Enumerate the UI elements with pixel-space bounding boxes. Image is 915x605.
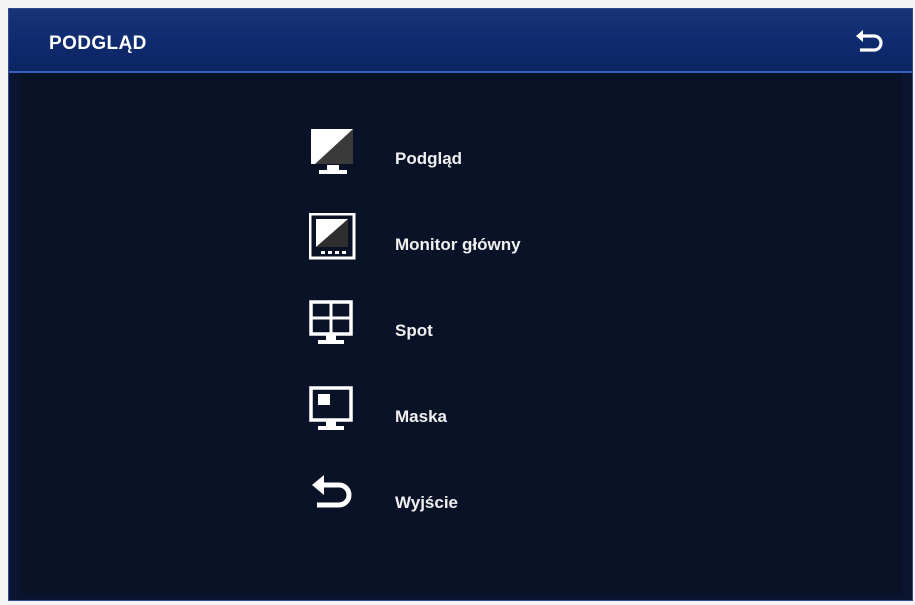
main-monitor-icon [309, 213, 356, 260]
menu-item-spot[interactable]: Spot [309, 299, 709, 385]
monitor-split-icon [311, 129, 353, 174]
quad-monitor-icon [309, 300, 353, 344]
menu-item-label: Monitor główny [395, 235, 521, 254]
mask-monitor-icon [309, 386, 353, 430]
menu-item-monitor-glowny[interactable]: Monitor główny [309, 213, 709, 299]
return-arrow-icon [312, 475, 352, 508]
back-button[interactable] [852, 27, 888, 57]
return-arrow-icon [856, 30, 883, 52]
menu-item-podglad[interactable]: Podgląd [309, 127, 709, 213]
preview-menu: Podgląd Monitor główny Spot Maska Wyjści… [309, 127, 709, 557]
menu-item-label: Spot [395, 321, 433, 340]
title-bar: PODGLĄD [9, 9, 912, 73]
preview-window: PODGLĄD Podgląd Monitor główny Spot Mask… [8, 8, 913, 601]
menu-item-maska[interactable]: Maska [309, 385, 709, 471]
menu-item-label: Podgląd [395, 149, 463, 168]
menu-item-label: Wyjście [395, 493, 459, 512]
menu-item-label: Maska [395, 407, 447, 426]
menu-item-wyjscie[interactable]: Wyjście [309, 471, 709, 557]
page-title: PODGLĄD [49, 33, 147, 54]
